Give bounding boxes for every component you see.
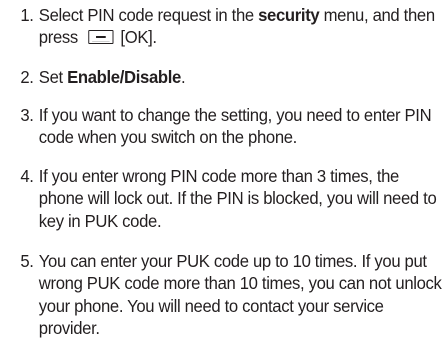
step-2: 2. Set Enable/Disable. xyxy=(2,66,446,88)
step-number: 2. xyxy=(20,67,34,87)
menu-name: security xyxy=(258,5,320,25)
key-label: [OK]. xyxy=(116,27,157,48)
step-number: 1. xyxy=(20,5,34,25)
instruction-list: 1. Select PIN code request in the securit… xyxy=(0,0,442,364)
step-text: If you enter wrong PIN code more than 3 … xyxy=(38,166,437,231)
step-4: 4. If you enter wrong PIN code more than … xyxy=(2,165,446,232)
step-1: 1. Select PIN code request in the securit… xyxy=(2,4,446,49)
step-5: 5. You can enter your PUK code up to 10 t… xyxy=(2,250,446,340)
step-number: 4. xyxy=(20,166,34,186)
step-text: You can enter your PUK code up to 10 tim… xyxy=(38,251,442,339)
step-number: 3. xyxy=(20,105,34,125)
left-soft-key-icon xyxy=(87,30,114,45)
step-number: 5. xyxy=(20,251,34,271)
step-text: Select PIN code request in the xyxy=(38,5,259,25)
step-text: Set xyxy=(38,67,68,87)
step-3: 3. If you want to change the setting, you… xyxy=(2,104,446,149)
option-name: Enable/Disable xyxy=(67,67,181,87)
step-text: If you want to change the setting, you n… xyxy=(38,105,432,148)
step-text: . xyxy=(180,67,186,87)
